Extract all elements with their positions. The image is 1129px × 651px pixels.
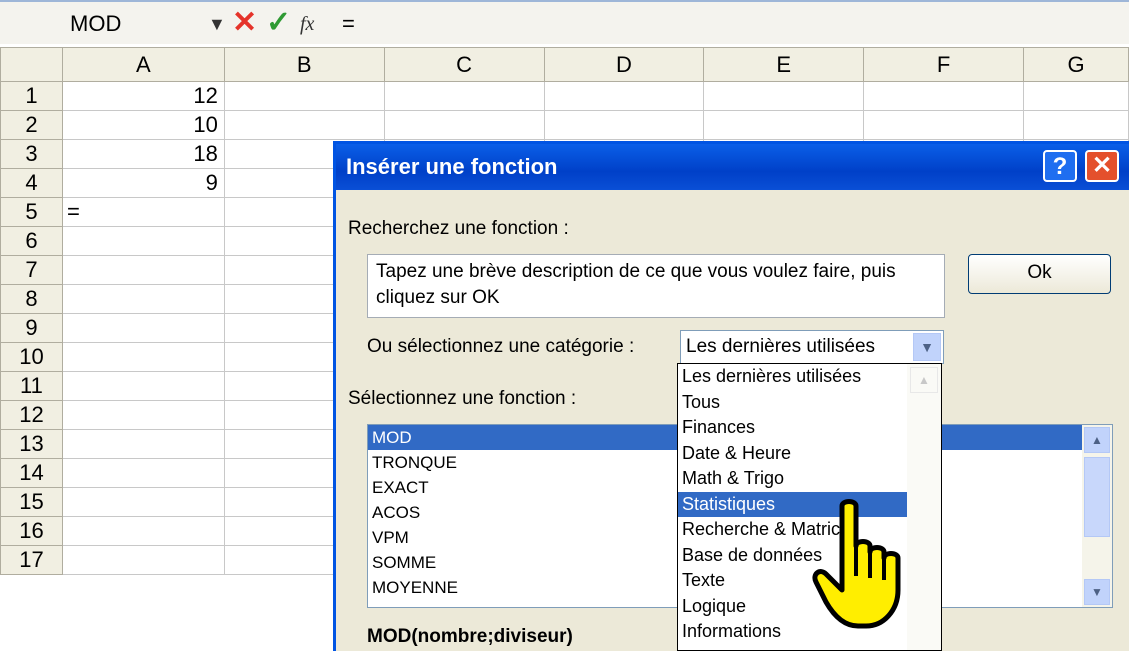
chevron-up-icon[interactable]: ▲ [910, 367, 938, 393]
cell[interactable] [223, 110, 385, 140]
cell[interactable] [61, 429, 225, 459]
column-header-g[interactable]: G [1023, 47, 1129, 82]
row-header[interactable]: 9 [0, 313, 63, 343]
column-header-d[interactable]: D [543, 47, 705, 82]
cell[interactable] [61, 342, 225, 372]
search-input[interactable]: Tapez une brève description de ce que vo… [367, 254, 945, 318]
row-header[interactable]: 11 [0, 371, 63, 401]
category-option[interactable]: Les dernières utilisées [678, 364, 941, 390]
column-header-c[interactable]: C [383, 47, 545, 82]
row-header[interactable]: 4 [0, 168, 63, 198]
category-select-value: Les dernières utilisées [686, 336, 876, 357]
help-button[interactable]: ? [1043, 150, 1077, 182]
cell[interactable] [61, 371, 225, 401]
row-header[interactable]: 10 [0, 342, 63, 372]
category-option[interactable]: Finances [678, 415, 941, 441]
row-header[interactable]: 15 [0, 487, 63, 517]
name-box[interactable]: MOD [70, 8, 198, 40]
row-header[interactable]: 8 [0, 284, 63, 314]
row-header[interactable]: 13 [0, 429, 63, 459]
row-header[interactable]: 17 [0, 545, 63, 575]
cell[interactable] [61, 284, 225, 314]
column-header-e[interactable]: E [703, 47, 865, 82]
cell[interactable] [383, 81, 545, 111]
cell[interactable] [61, 487, 225, 517]
cell[interactable] [61, 458, 225, 488]
search-label: Recherchez une fonction : [348, 218, 569, 239]
function-signature: MOD(nombre;diviseur) [367, 626, 573, 647]
cell[interactable]: 12 [61, 81, 225, 111]
cell[interactable] [61, 226, 225, 256]
cancel-icon[interactable]: ✕ [232, 4, 257, 42]
cell[interactable] [543, 81, 705, 111]
category-select[interactable]: Les dernières utilisées ▼ [680, 330, 944, 364]
hand-pointer-icon [812, 499, 901, 629]
row-header[interactable]: 3 [0, 139, 63, 169]
insert-function-icon[interactable]: fx [300, 8, 314, 40]
function-list-scrollbar[interactable]: ▲ ▼ [1082, 425, 1112, 607]
ok-button[interactable]: Ok [968, 254, 1111, 294]
cell[interactable]: 10 [61, 110, 225, 140]
scroll-down-icon[interactable]: ▼ [1084, 579, 1110, 605]
cell[interactable] [61, 400, 225, 430]
category-option[interactable]: Tous [678, 390, 941, 416]
row-header[interactable]: 7 [0, 255, 63, 285]
row-header[interactable]: 1 [0, 81, 63, 111]
select-all-corner[interactable] [0, 47, 63, 82]
cell[interactable] [703, 110, 865, 140]
cell[interactable]: 9 [61, 168, 225, 198]
row-header[interactable]: 2 [0, 110, 63, 140]
cell[interactable] [61, 313, 225, 343]
category-label: Ou sélectionnez une catégorie : [367, 336, 635, 357]
cell[interactable] [543, 110, 705, 140]
row-header[interactable]: 14 [0, 458, 63, 488]
close-button[interactable]: ✕ [1085, 150, 1119, 182]
row-header[interactable]: 6 [0, 226, 63, 256]
name-box-dropdown-icon[interactable]: ▼ [208, 8, 226, 40]
formula-bar: MOD ▼ ✕ ✓ fx = [0, 0, 1129, 44]
cell[interactable] [223, 81, 385, 111]
cell[interactable] [1023, 110, 1129, 140]
cell[interactable] [863, 81, 1025, 111]
cell[interactable] [61, 545, 225, 575]
function-label: Sélectionnez une fonction : [348, 388, 577, 409]
scrollbar-thumb[interactable] [1084, 457, 1110, 537]
cell[interactable] [703, 81, 865, 111]
row-header[interactable]: 12 [0, 400, 63, 430]
cell[interactable] [61, 255, 225, 285]
dialog-title: Insérer une fonction [346, 154, 558, 179]
row-header[interactable]: 16 [0, 516, 63, 546]
row-header[interactable]: 5 [0, 197, 63, 227]
dialog-title-bar[interactable]: Insérer une fonction ? ✕ [336, 144, 1129, 190]
enter-icon[interactable]: ✓ [266, 4, 291, 42]
chevron-down-icon[interactable]: ▼ [913, 333, 941, 361]
sheet-row: 1 12 [0, 81, 1129, 111]
category-option[interactable]: Date & Heure [678, 441, 941, 467]
sheet-row: 2 10 [0, 110, 1129, 140]
column-header-b[interactable]: B [223, 47, 385, 82]
cell[interactable] [383, 110, 545, 140]
cell[interactable] [1023, 81, 1129, 111]
column-header-row: A B C D E F G [0, 47, 1129, 82]
category-option[interactable]: Math & Trigo [678, 466, 941, 492]
scroll-up-icon[interactable]: ▲ [1084, 427, 1110, 453]
cell[interactable]: 18 [61, 139, 225, 169]
formula-input[interactable]: = [342, 8, 355, 40]
cell[interactable]: = [61, 197, 225, 227]
column-header-f[interactable]: F [863, 47, 1025, 82]
column-header-a[interactable]: A [61, 47, 225, 82]
cell[interactable] [61, 516, 225, 546]
cell[interactable] [863, 110, 1025, 140]
